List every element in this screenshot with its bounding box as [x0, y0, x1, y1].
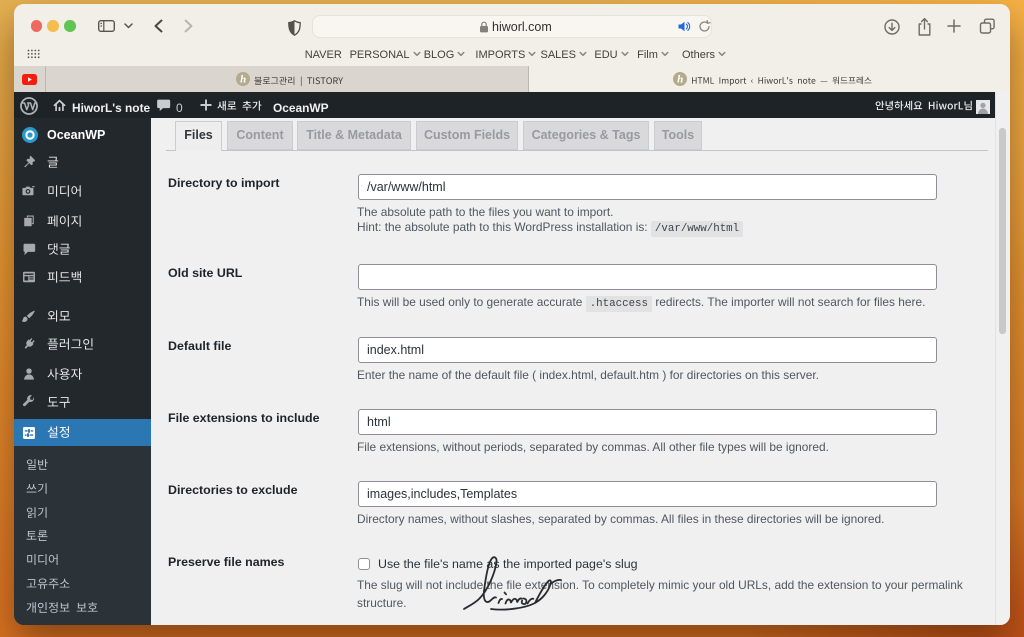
- svg-text:h: h: [240, 74, 246, 86]
- svg-text:h: h: [677, 74, 683, 86]
